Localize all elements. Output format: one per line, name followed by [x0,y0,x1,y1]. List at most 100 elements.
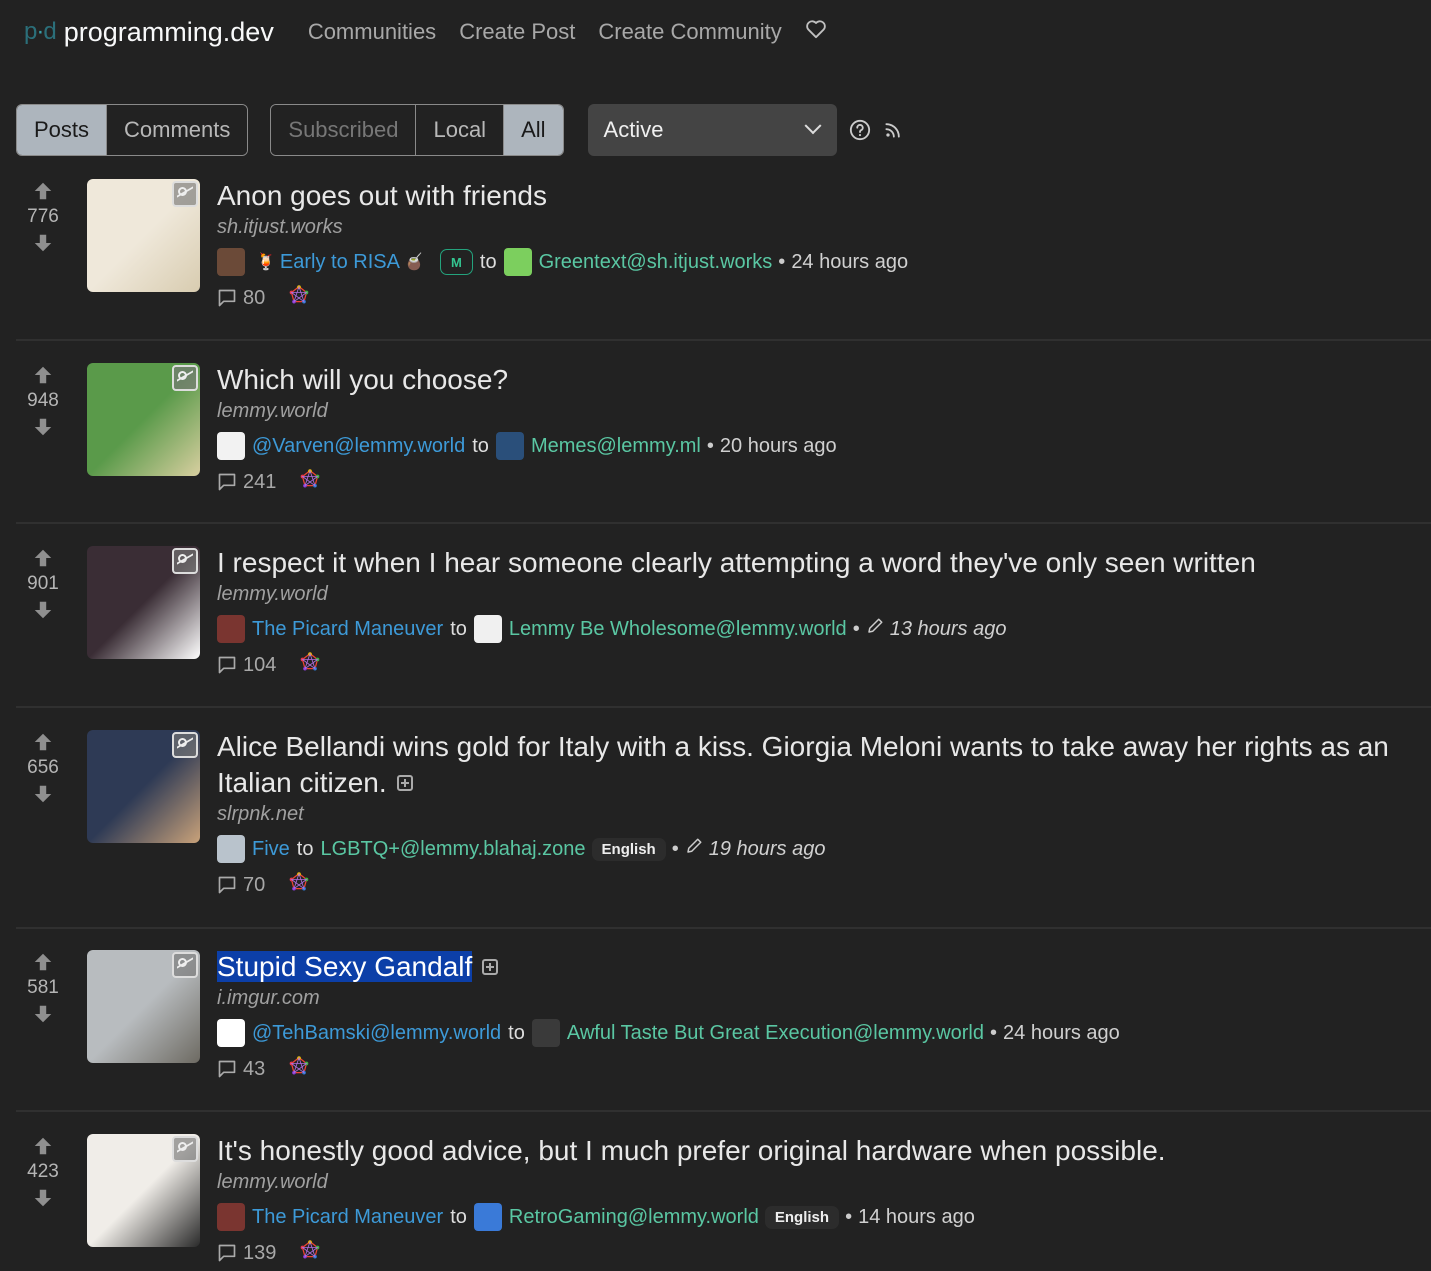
image-icon [172,365,198,391]
post-domain[interactable]: i.imgur.com [217,987,1411,1015]
upvote-icon[interactable] [32,951,54,973]
nav-create-community[interactable]: Create Community [598,19,781,45]
post-thumbnail[interactable] [87,363,200,476]
post-domain[interactable]: lemmy.world [217,400,1411,428]
downvote-icon[interactable] [32,232,54,254]
upvote-icon[interactable] [32,547,54,569]
vote-buttons: 776 [16,180,70,254]
post-thumbnail[interactable] [87,546,200,659]
tab-subscribed[interactable]: Subscribed [271,105,416,155]
post-community[interactable]: Memes@lemmy.ml [531,435,701,458]
vote-buttons: 901 [16,547,70,621]
post-title[interactable]: Alice Bellandi wins gold for Italy with … [217,729,1411,801]
post-domain[interactable]: lemmy.world [217,1171,1411,1199]
post-actions: 241 [217,464,1411,500]
post-divider [16,706,1431,708]
user-avatar[interactable] [217,248,245,276]
upvote-icon[interactable] [32,731,54,753]
site-logo[interactable]: p·d [24,18,57,46]
image-icon [172,1136,198,1162]
post-domain[interactable]: sh.itjust.works [217,216,1411,244]
community-avatar[interactable] [495,432,524,460]
comments-button[interactable]: 80 [217,287,265,310]
upvote-icon[interactable] [32,180,54,202]
post-time: 20 hours ago [719,434,837,457]
downvote-icon[interactable] [32,1003,54,1025]
post-divider [16,339,1431,341]
user-avatar[interactable] [217,1203,245,1231]
post-score: 423 [27,1161,59,1182]
tab-local[interactable]: Local [415,105,504,155]
site-name[interactable]: programming.dev [64,17,274,48]
post-thumbnail[interactable] [87,179,200,292]
community-avatar[interactable] [473,1203,502,1231]
post-title[interactable]: Which will you choose? [217,362,1411,398]
comments-button[interactable]: 139 [217,1242,276,1265]
upvote-icon[interactable] [32,364,54,386]
post-title[interactable]: It's honestly good advice, but I much pr… [217,1133,1411,1169]
user-avatar[interactable] [217,432,245,460]
comments-button[interactable]: 70 [217,874,265,897]
post-time: 24 hours ago [791,250,909,273]
user-avatar[interactable] [217,615,245,643]
rss-icon[interactable] [883,120,903,140]
post-title[interactable]: I respect it when I hear someone clearly… [217,545,1411,581]
vote-buttons: 581 [16,951,70,1025]
fediverse-link-icon[interactable] [300,1240,320,1266]
upvote-icon[interactable] [32,1135,54,1157]
comments-button[interactable]: 43 [217,1058,265,1081]
post-community[interactable]: Greentext@sh.itjust.works [539,251,773,274]
fediverse-link-icon[interactable] [300,469,320,495]
community-avatar[interactable] [503,248,532,276]
post-domain[interactable]: lemmy.world [217,583,1411,611]
fediverse-link-icon[interactable] [289,872,309,898]
sort-select[interactable]: Active [587,104,837,156]
downvote-icon[interactable] [32,1187,54,1209]
heart-icon[interactable] [805,19,827,45]
nav-create-post[interactable]: Create Post [459,19,575,45]
post-community[interactable]: RetroGaming@lemmy.world [509,1206,759,1229]
post-author[interactable]: Early to RISA [280,251,400,274]
fediverse-link-icon[interactable] [300,652,320,678]
post-title[interactable]: Anon goes out with friends [217,178,1411,214]
tab-comments[interactable]: Comments [106,105,248,155]
post-author[interactable]: The Picard Maneuver [252,1206,443,1229]
to-label: to [508,1021,525,1044]
post-actions: 70 [217,867,1411,903]
post-thumbnail[interactable] [87,730,200,843]
post-author[interactable]: The Picard Maneuver [252,618,443,641]
post-community[interactable]: Lemmy Be Wholesome@lemmy.world [509,618,847,641]
post-community[interactable]: Awful Taste But Great Execution@lemmy.wo… [567,1022,984,1045]
user-avatar[interactable] [217,1019,245,1047]
post-author[interactable]: Five [252,838,290,861]
community-avatar[interactable] [531,1019,560,1047]
community-avatar[interactable] [473,615,502,643]
user-flair-emoji: 🍹 [256,254,276,271]
post-score: 656 [27,757,59,778]
post-domain[interactable]: slrpnk.net [217,803,1411,831]
post-author[interactable]: @TehBamski@lemmy.world [252,1022,501,1045]
post-community[interactable]: LGBTQ+@lemmy.blahaj.zone [320,838,585,861]
expand-body-icon[interactable] [482,958,499,975]
downvote-icon[interactable] [32,599,54,621]
question-circle-icon[interactable] [849,119,871,141]
post-thumbnail[interactable] [87,950,200,1063]
post-title[interactable]: Stupid Sexy Gandalf [217,949,1411,985]
tab-posts[interactable]: Posts [17,105,107,155]
nav-communities[interactable]: Communities [308,19,436,45]
fediverse-link-icon[interactable] [289,285,309,311]
separator-dot: • [990,1021,998,1044]
post-thumbnail[interactable] [87,1134,200,1247]
user-avatar[interactable] [217,835,245,863]
image-icon [172,732,198,758]
post-author[interactable]: @Varven@lemmy.world [252,435,465,458]
downvote-icon[interactable] [32,416,54,438]
comments-button[interactable]: 241 [217,471,276,494]
post-body: Stupid Sexy Gandalf i.imgur.com @TehBams… [217,949,1411,1087]
post-divider [16,1110,1431,1112]
tab-all[interactable]: All [503,105,563,155]
fediverse-link-icon[interactable] [289,1056,309,1082]
downvote-icon[interactable] [32,783,54,805]
expand-body-icon[interactable] [396,774,413,791]
comments-button[interactable]: 104 [217,654,276,677]
